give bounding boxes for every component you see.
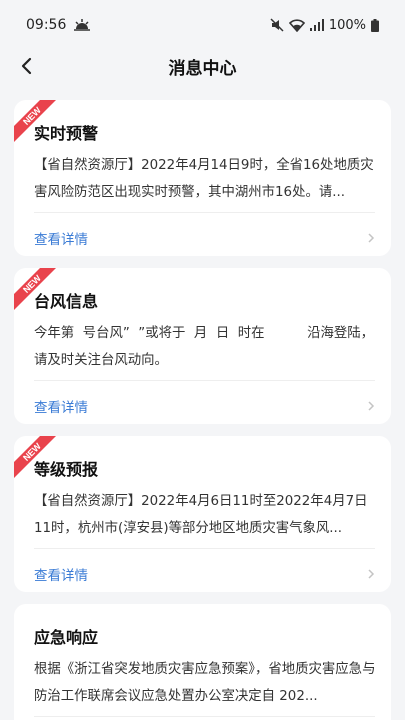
message-title: 等级预报 <box>34 460 99 479</box>
back-arrow-icon <box>21 57 32 75</box>
page-title: 消息中心 <box>168 58 237 79</box>
view-details-label: 查看详情 <box>34 400 88 416</box>
message-title: 应急响应 <box>34 628 99 647</box>
message-card-level-forecast[interactable]: NEW 等级预报 【省自然资源厅】2022年4月6日11时至2022年4月7日1… <box>14 436 391 592</box>
message-body: 【省自然资源厅】2022年4月14日9时，全省16处地质灾害风险防范区出现实时预… <box>34 158 374 200</box>
card-divider <box>34 548 375 549</box>
view-details-label: 查看详情 <box>34 232 88 248</box>
wifi-icon <box>288 18 305 32</box>
status-right: 100% <box>270 18 379 33</box>
signal-icon <box>309 19 324 31</box>
message-card-realtime-warning[interactable]: NEW 实时预警 【省自然资源厅】2022年4月14日9时，全省16处地质灾害风… <box>14 100 391 256</box>
view-details-link[interactable]: 查看详情 <box>34 388 375 424</box>
message-card-typhoon-info[interactable]: NEW 台风信息 今年第 号台风” ”或将于 月 日 时在 沿海登陆，请及时关注… <box>14 268 391 424</box>
message-body: 今年第 号台风” ”或将于 月 日 时在 沿海登陆，请及时关注台风动向。 <box>34 326 375 368</box>
status-left: 09:56 <box>26 17 91 33</box>
chevron-right-icon <box>368 233 375 243</box>
weather-icon <box>74 19 91 31</box>
nav-bar: 消息中心 <box>0 44 405 88</box>
mute-icon <box>270 18 284 32</box>
back-button[interactable] <box>10 50 42 82</box>
view-details-link[interactable]: 查看详情 <box>34 556 375 592</box>
battery-percent: 100% <box>328 17 366 33</box>
status-time: 09:56 <box>26 17 67 33</box>
message-title: 实时预警 <box>34 124 99 143</box>
chevron-right-icon <box>368 569 375 579</box>
message-title: 台风信息 <box>34 292 99 311</box>
card-divider <box>34 380 375 381</box>
chevron-right-icon <box>368 401 375 411</box>
message-card-emergency-response[interactable]: 应急响应 根据《浙江省突发地质灾害应急预案》，省地质灾害应急与防治工作联席会议应… <box>14 604 391 720</box>
message-body: 【省自然资源厅】2022年4月6日11时至2022年4月7日11时，杭州市(淳安… <box>34 494 368 536</box>
status-bar: 09:56 100% <box>0 0 405 50</box>
view-details-label: 查看详情 <box>34 568 88 584</box>
view-details-link[interactable]: 查看详情 <box>34 220 375 256</box>
card-divider <box>34 212 375 213</box>
message-body: 根据《浙江省突发地质灾害应急预案》，省地质灾害应急与防治工作联席会议应急处置办公… <box>34 662 376 704</box>
battery-icon <box>371 18 379 32</box>
card-divider <box>34 716 375 717</box>
